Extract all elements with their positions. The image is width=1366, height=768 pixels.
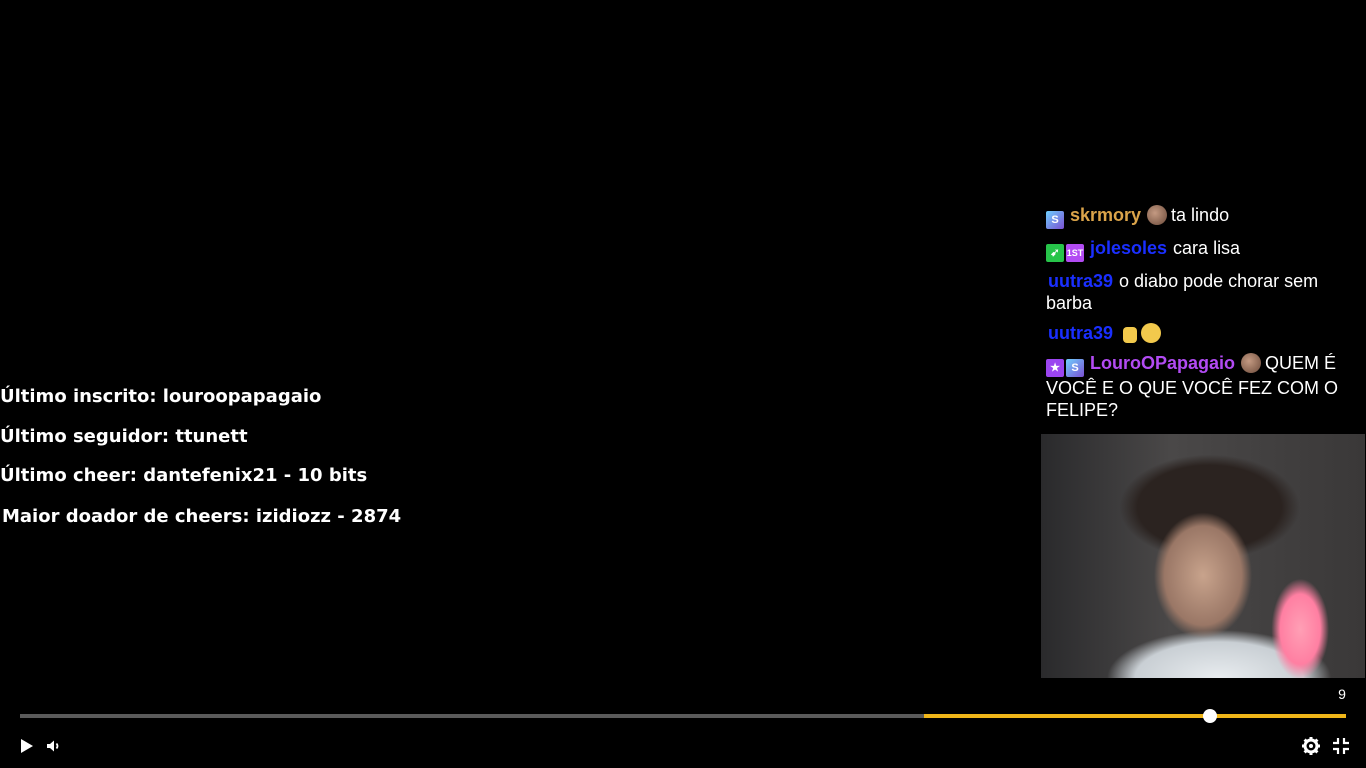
first-badge-icon: 1ST	[1066, 244, 1084, 262]
seek-bar[interactable]	[20, 709, 1346, 723]
chat-message: Sskrmory ta lindo	[1046, 204, 1362, 229]
chat-username: jolesoles	[1090, 238, 1168, 258]
time-tooltip: 9	[1338, 686, 1346, 702]
star-badge-icon: ★	[1046, 359, 1064, 377]
chat-message: uutra39 o diabo pode chorar sem barba	[1046, 270, 1362, 314]
chat-text: cara lisa	[1173, 238, 1241, 258]
chat-username: uutra39	[1048, 271, 1114, 291]
seek-handle[interactable]	[1203, 709, 1218, 723]
volume-icon	[47, 740, 59, 752]
exit-fullscreen-button[interactable]	[1329, 734, 1353, 758]
sub-badge-icon: S	[1066, 359, 1084, 377]
gear-icon	[1302, 737, 1320, 755]
top-cheerer-text: Maior doador de cheers: izidiozz - 2874	[2, 506, 402, 527]
settings-button[interactable]	[1299, 734, 1323, 758]
last-follower-text: Último seguidor: ttunett	[0, 426, 248, 447]
video-stage[interactable]: Último inscrito: louroopapagaio Último s…	[0, 0, 1366, 768]
volume-button[interactable]	[42, 734, 66, 758]
chat-overlay: Sskrmory ta lindo ➹ 1ST jolesoles cara lisa …	[1042, 204, 1362, 429]
last-cheer-text: Último cheer: dantefenix21 - 10 bits	[0, 465, 368, 486]
webcam-feed	[1041, 434, 1365, 678]
seek-bar-played	[923, 714, 1346, 718]
fist-emote-icon	[1123, 327, 1138, 343]
exit-fullscreen-icon	[1333, 738, 1349, 754]
seek-bar-buffered	[20, 714, 924, 718]
chat-username: skrmory	[1070, 205, 1142, 225]
sub-badge-icon: S	[1046, 211, 1064, 229]
face-emote-icon	[1147, 205, 1168, 225]
sad-emote-icon	[1141, 323, 1162, 343]
chat-message: uutra39	[1046, 322, 1362, 344]
player-controls: 9	[0, 680, 1366, 768]
chat-username: uutra39	[1048, 323, 1114, 343]
play-button[interactable]	[14, 734, 38, 758]
face-emote-icon	[1241, 353, 1262, 373]
chat-text: ta lindo	[1171, 205, 1230, 225]
green-badge-icon: ➹	[1046, 244, 1064, 262]
play-icon	[21, 739, 33, 753]
chat-message: ➹ 1ST jolesoles cara lisa	[1046, 237, 1362, 262]
chat-username: LouroOPapagaio	[1090, 353, 1236, 373]
last-subscriber-text: Último inscrito: louroopapagaio	[0, 386, 322, 407]
chat-message: ★ S LouroOPapagaio QUEM É VOCÊ E O QUE VOCÊ…	[1046, 352, 1362, 421]
